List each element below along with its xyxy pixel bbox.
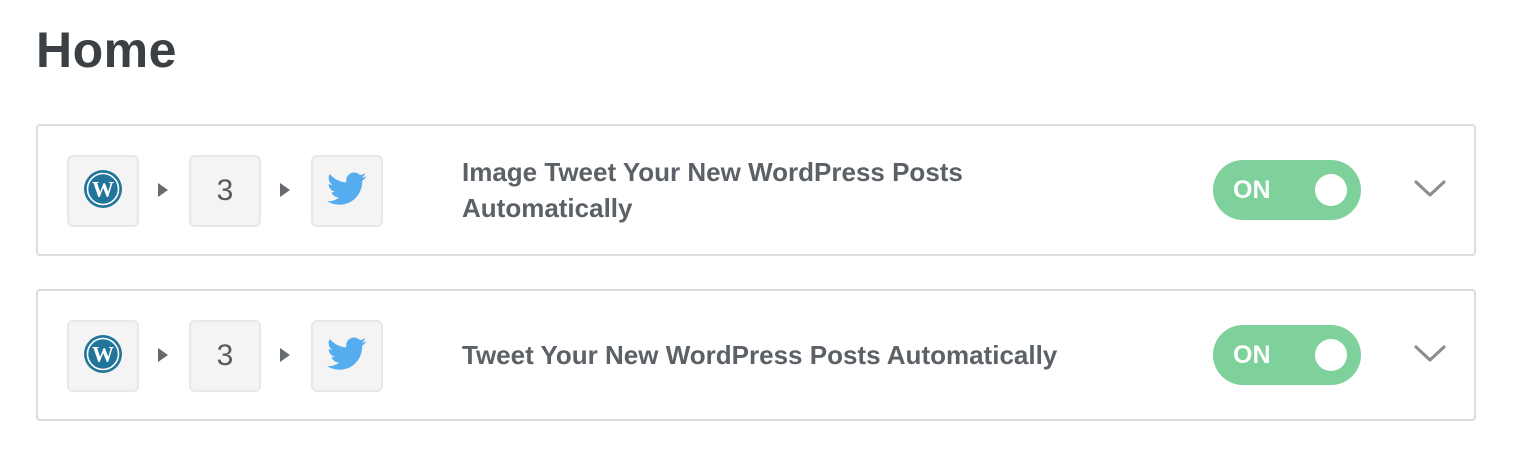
toggle-label: ON [1233,341,1271,369]
page-title: Home [36,22,177,78]
expand-button[interactable] [1412,339,1448,371]
zap-card[interactable]: W 3 Tweet Your New WordPress Posts Autom… [36,289,1476,421]
zap-on-off-toggle[interactable]: ON [1213,160,1361,220]
caret-right-icon [158,348,168,362]
step-count-box[interactable]: 3 [189,155,261,227]
caret-right-icon [280,183,290,197]
zap-title[interactable]: Image Tweet Your New WordPress Posts Aut… [462,126,1102,254]
caret-right-icon [158,183,168,197]
toggle-label: ON [1233,176,1271,204]
twitter-icon [327,172,367,211]
wordpress-icon: W [83,334,123,379]
expand-button[interactable] [1412,174,1448,206]
caret-right-icon [280,348,290,362]
step-count-box[interactable]: 3 [189,320,261,392]
action-app-step[interactable] [311,155,383,227]
toggle-knob [1315,174,1347,206]
zap-on-off-toggle[interactable]: ON [1213,325,1361,385]
chevron-down-icon [1413,343,1447,368]
svg-text:W: W [92,341,114,366]
toggle-knob [1315,339,1347,371]
zap-card[interactable]: W 3 Image Tweet Your New WordPress Posts… [36,124,1476,256]
svg-text:W: W [92,176,114,201]
trigger-app-step[interactable]: W [67,155,139,227]
step-count: 3 [216,174,234,207]
step-count: 3 [216,339,234,372]
zap-list: W 3 Image Tweet Your New WordPress Posts… [36,124,1476,454]
trigger-app-step[interactable]: W [67,320,139,392]
wordpress-icon: W [83,169,123,214]
chevron-down-icon [1413,178,1447,203]
action-app-step[interactable] [311,320,383,392]
zap-title[interactable]: Tweet Your New WordPress Posts Automatic… [462,291,1102,419]
twitter-icon [327,337,367,376]
